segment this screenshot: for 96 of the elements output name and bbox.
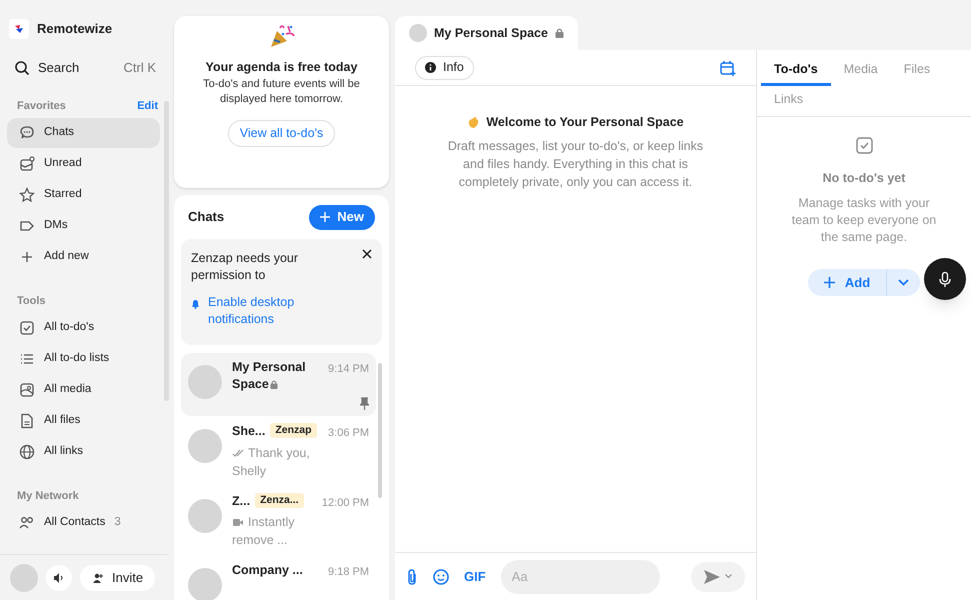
chevron-down-icon: [725, 574, 732, 579]
welcome-text: Draft messages, list your to-do's, or keep links and files handy. Everything in this chat is completely private, only you can access it.: [446, 138, 704, 191]
message-input[interactable]: Aa: [500, 560, 660, 594]
send-button[interactable]: [691, 562, 745, 592]
attach-button[interactable]: [406, 568, 418, 584]
empty-title: No to-do's yet: [822, 170, 906, 187]
sidebar-item[interactable]: All files: [7, 406, 160, 436]
add-person-icon: [92, 572, 104, 584]
panel-tab[interactable]: To-do's: [761, 56, 831, 86]
chat-item[interactable]: Z... Zenza... 12:00 PM Instantly remove ...: [181, 486, 376, 555]
add-button[interactable]: Add: [808, 268, 920, 296]
double-check-icon: [232, 448, 244, 458]
agenda-title: Your agenda is free today: [206, 59, 358, 76]
chevron-down-icon: [898, 278, 910, 286]
sidebar-item[interactable]: Add new: [7, 242, 160, 272]
agenda-text: To-do's and future events will be displayed here tomorrow.: [202, 76, 361, 107]
invite-button[interactable]: Invite: [80, 564, 156, 590]
empty-text: Manage tasks with your team to keep everyone on the same page.: [790, 194, 938, 246]
chat-item[interactable]: My Personal Space 9:14 PM: [181, 353, 376, 416]
chat-name: My Personal Space: [232, 359, 307, 393]
sidebar-item[interactable]: All Contacts 3: [7, 508, 160, 538]
paperclip-icon: [406, 568, 418, 584]
chat-time: 12:00 PM: [322, 496, 369, 510]
lock-icon: [554, 28, 564, 38]
chat-name: Company ...: [232, 562, 304, 579]
section-title: My Network: [17, 488, 79, 504]
checkbox-icon: [19, 320, 35, 336]
calendar-add-icon: [720, 60, 736, 76]
chat-time: 9:14 PM: [328, 362, 369, 377]
chat-item[interactable]: Company ... 9:18 PM: [181, 556, 376, 600]
avatar: [188, 365, 222, 399]
inbox-icon: [19, 156, 35, 172]
contacts-icon: [19, 515, 35, 531]
plus-icon: [19, 249, 35, 265]
workspace-tag: Zenza...: [255, 492, 304, 508]
sidebar-item[interactable]: All to-do's: [7, 313, 160, 343]
sidebar-item[interactable]: All media: [7, 375, 160, 405]
bell-icon: [191, 299, 200, 309]
chat-name: Z...: [232, 492, 250, 510]
app-logo-icon: [9, 18, 29, 38]
speaker-icon: [53, 572, 65, 584]
globe-icon: [19, 444, 35, 460]
search-label: Search: [38, 59, 80, 78]
notice-text: Zenzap needs your permission to: [191, 250, 300, 284]
smiley-icon: [433, 568, 449, 584]
chat-time: 9:18 PM: [328, 565, 369, 580]
welcome-title: Welcome to Your Personal Space: [486, 114, 684, 131]
emoji-button[interactable]: [433, 568, 449, 584]
plus-icon: [320, 212, 330, 222]
chat-time: 3:06 PM: [328, 426, 369, 441]
section-title: Tools: [17, 294, 46, 309]
contact-count: 3: [114, 515, 121, 530]
video-camera-icon: [232, 517, 244, 527]
sidebar-item[interactable]: DMs: [7, 211, 160, 241]
calendar-add-button[interactable]: [720, 60, 736, 76]
chat-item[interactable]: She... Zenzap 3:06 PM Thank you, Shelly: [181, 417, 376, 486]
send-icon: [704, 570, 720, 584]
microphone-icon: [939, 272, 951, 286]
speech-bubble-icon: [19, 125, 35, 141]
avatar: [188, 498, 222, 532]
sidebar-item[interactable]: Starred: [7, 180, 160, 210]
sound-button[interactable]: [46, 564, 72, 590]
search-button[interactable]: Search Ctrl K: [8, 53, 162, 83]
avatar: [188, 568, 222, 600]
sidebar-item[interactable]: All to-do lists: [7, 344, 160, 374]
sidebar-item[interactable]: Chats: [7, 118, 160, 148]
search-icon: [14, 60, 30, 76]
info-icon: [425, 62, 436, 73]
workspace-tag: Zenzap: [270, 423, 317, 438]
section-title: Favorites: [17, 98, 66, 114]
info-button[interactable]: Info: [415, 56, 474, 80]
avatar: [409, 24, 427, 42]
shortcut-hint: Ctrl K: [124, 59, 156, 78]
close-button[interactable]: [362, 249, 372, 259]
sidebar-item[interactable]: Unread: [7, 149, 160, 179]
edit-button[interactable]: Edit: [137, 98, 158, 114]
view-all-todos-button[interactable]: View all to-do's: [228, 120, 336, 147]
star-icon: [19, 187, 35, 203]
new-chat-button[interactable]: New: [309, 204, 375, 230]
microphone-button[interactable]: [924, 258, 966, 300]
gif-button[interactable]: GIF: [464, 566, 486, 586]
message-preview: Thank you, Shelly: [232, 444, 311, 480]
plus-icon: [824, 276, 835, 288]
sidebar-item[interactable]: All links: [7, 437, 160, 467]
document-icon: [19, 413, 35, 429]
close-icon: [362, 249, 372, 259]
conversation-tab[interactable]: My Personal Space: [395, 16, 578, 50]
avatar: [188, 429, 222, 463]
message-preview: Instantly remove ...: [232, 514, 296, 549]
scrollbar-thumb[interactable]: [378, 363, 382, 498]
chat-name: She...: [232, 423, 266, 440]
chats-title: Chats: [188, 208, 224, 226]
checkbox-icon: [856, 137, 872, 154]
enable-notifications-link[interactable]: Enable desktop notifications: [208, 294, 318, 328]
image-icon: [19, 382, 35, 398]
app-name: Remotewize: [37, 20, 112, 38]
